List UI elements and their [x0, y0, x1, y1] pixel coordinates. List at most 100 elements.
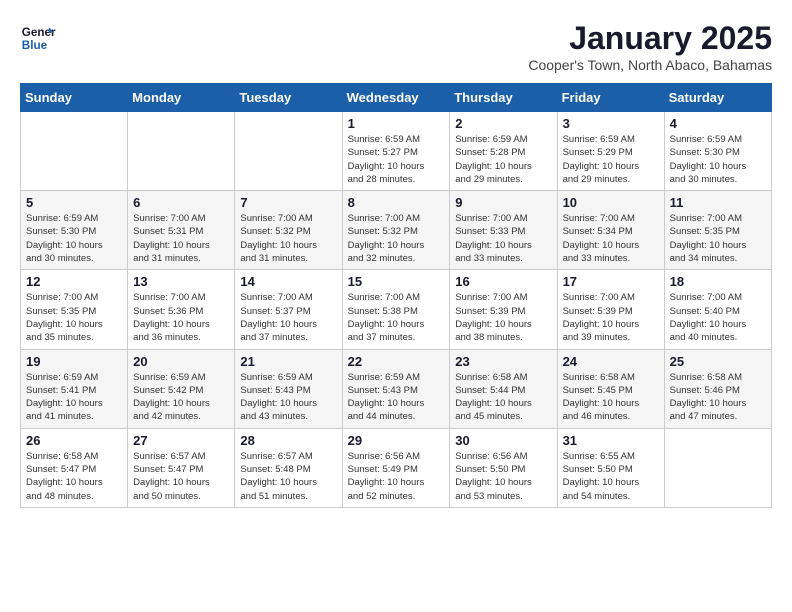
calendar-cell: 18Sunrise: 7:00 AM Sunset: 5:40 PM Dayli…	[664, 270, 771, 349]
day-number: 25	[670, 354, 766, 369]
day-info: Sunrise: 7:00 AM Sunset: 5:37 PM Dayligh…	[240, 291, 336, 344]
calendar-cell: 13 Sunrise: 7:00 AM Sunset: 5:36 PM Dayli…	[128, 270, 235, 349]
calendar-cell: 28Sunrise: 6:57 AM Sunset: 5:48 PM Dayli…	[235, 428, 342, 507]
day-header-monday: Monday	[128, 84, 235, 112]
calendar-cell: 6 Sunrise: 7:00 AM Sunset: 5:31 PM Daylig…	[128, 191, 235, 270]
calendar-cell: 5 Sunrise: 6:59 AM Sunset: 5:30 PM Daylig…	[21, 191, 128, 270]
calendar-cell: 15 Sunrise: 7:00 AM Sunset: 5:38 PM Dayli…	[342, 270, 450, 349]
calendar-cell: 17Sunrise: 7:00 AM Sunset: 5:39 PM Dayli…	[557, 270, 664, 349]
day-info: Sunrise: 6:56 AM Sunset: 5:49 PM Dayligh…	[348, 450, 445, 503]
calendar-cell: 30 Sunrise: 6:56 AM Sunset: 5:50 PM Dayli…	[450, 428, 557, 507]
day-info: Sunrise: 6:57 AM Sunset: 5:47 PM Dayligh…	[133, 450, 229, 503]
day-number: 21	[240, 354, 336, 369]
day-number: 27	[133, 433, 229, 448]
calendar-cell: 2 Sunrise: 6:59 AM Sunset: 5:28 PM Daylig…	[450, 112, 557, 191]
calendar-cell: 29 Sunrise: 6:56 AM Sunset: 5:49 PM Dayli…	[342, 428, 450, 507]
day-number: 8	[348, 195, 445, 210]
day-number: 30	[455, 433, 551, 448]
day-number: 29	[348, 433, 445, 448]
calendar-week-row: 19Sunrise: 6:59 AM Sunset: 5:41 PM Dayli…	[21, 349, 772, 428]
day-number: 24	[563, 354, 659, 369]
day-info: Sunrise: 7:00 AM Sunset: 5:39 PM Dayligh…	[455, 291, 551, 344]
day-header-sunday: Sunday	[21, 84, 128, 112]
logo-icon: General Blue	[20, 20, 56, 56]
day-number: 20	[133, 354, 229, 369]
day-number: 6	[133, 195, 229, 210]
day-info: Sunrise: 6:59 AM Sunset: 5:41 PM Dayligh…	[26, 371, 122, 424]
day-number: 11	[670, 195, 766, 210]
calendar-cell	[235, 112, 342, 191]
day-number: 4	[670, 116, 766, 131]
calendar-week-row: 1Sunrise: 6:59 AM Sunset: 5:27 PM Daylig…	[21, 112, 772, 191]
calendar-cell: 4 Sunrise: 6:59 AM Sunset: 5:30 PM Daylig…	[664, 112, 771, 191]
day-info: Sunrise: 6:59 AM Sunset: 5:30 PM Dayligh…	[26, 212, 122, 265]
day-info: Sunrise: 7:00 AM Sunset: 5:32 PM Dayligh…	[348, 212, 445, 265]
calendar-cell: 11 Sunrise: 7:00 AM Sunset: 5:35 PM Dayli…	[664, 191, 771, 270]
day-number: 9	[455, 195, 551, 210]
day-number: 7	[240, 195, 336, 210]
day-info: Sunrise: 7:00 AM Sunset: 5:31 PM Dayligh…	[133, 212, 229, 265]
calendar-cell: 24 Sunrise: 6:58 AM Sunset: 5:45 PM Dayli…	[557, 349, 664, 428]
calendar-cell: 22Sunrise: 6:59 AM Sunset: 5:43 PM Dayli…	[342, 349, 450, 428]
title-section: January 2025 Cooper's Town, North Abaco,…	[528, 20, 772, 73]
day-header-friday: Friday	[557, 84, 664, 112]
day-info: Sunrise: 7:00 AM Sunset: 5:40 PM Dayligh…	[670, 291, 766, 344]
day-info: Sunrise: 6:59 AM Sunset: 5:30 PM Dayligh…	[670, 133, 766, 186]
calendar-cell: 8 Sunrise: 7:00 AM Sunset: 5:32 PM Daylig…	[342, 191, 450, 270]
day-header-tuesday: Tuesday	[235, 84, 342, 112]
day-info: Sunrise: 6:56 AM Sunset: 5:50 PM Dayligh…	[455, 450, 551, 503]
calendar-title: January 2025	[528, 20, 772, 57]
day-info: Sunrise: 6:55 AM Sunset: 5:50 PM Dayligh…	[563, 450, 659, 503]
day-number: 1	[348, 116, 445, 131]
day-number: 16	[455, 274, 551, 289]
day-number: 2	[455, 116, 551, 131]
calendar-cell: 3Sunrise: 6:59 AM Sunset: 5:29 PM Daylig…	[557, 112, 664, 191]
page-header: General Blue January 2025 Cooper's Town,…	[20, 20, 772, 73]
day-info: Sunrise: 7:00 AM Sunset: 5:35 PM Dayligh…	[670, 212, 766, 265]
day-info: Sunrise: 7:00 AM Sunset: 5:33 PM Dayligh…	[455, 212, 551, 265]
calendar-week-row: 12Sunrise: 7:00 AM Sunset: 5:35 PM Dayli…	[21, 270, 772, 349]
day-info: Sunrise: 6:58 AM Sunset: 5:44 PM Dayligh…	[455, 371, 551, 424]
calendar-cell: 16 Sunrise: 7:00 AM Sunset: 5:39 PM Dayli…	[450, 270, 557, 349]
calendar-week-row: 26Sunrise: 6:58 AM Sunset: 5:47 PM Dayli…	[21, 428, 772, 507]
day-number: 5	[26, 195, 122, 210]
day-info: Sunrise: 7:00 AM Sunset: 5:32 PM Dayligh…	[240, 212, 336, 265]
calendar-cell: 14 Sunrise: 7:00 AM Sunset: 5:37 PM Dayli…	[235, 270, 342, 349]
svg-text:General: General	[22, 26, 56, 39]
day-info: Sunrise: 6:58 AM Sunset: 5:45 PM Dayligh…	[563, 371, 659, 424]
day-info: Sunrise: 6:58 AM Sunset: 5:47 PM Dayligh…	[26, 450, 122, 503]
calendar-cell: 7 Sunrise: 7:00 AM Sunset: 5:32 PM Daylig…	[235, 191, 342, 270]
day-number: 23	[455, 354, 551, 369]
day-number: 12	[26, 274, 122, 289]
day-number: 3	[563, 116, 659, 131]
calendar-cell: 19Sunrise: 6:59 AM Sunset: 5:41 PM Dayli…	[21, 349, 128, 428]
day-number: 15	[348, 274, 445, 289]
day-header-thursday: Thursday	[450, 84, 557, 112]
calendar-cell: 23 Sunrise: 6:58 AM Sunset: 5:44 PM Dayli…	[450, 349, 557, 428]
logo: General Blue	[20, 20, 56, 56]
calendar-cell	[664, 428, 771, 507]
day-info: Sunrise: 6:59 AM Sunset: 5:28 PM Dayligh…	[455, 133, 551, 186]
day-info: Sunrise: 7:00 AM Sunset: 5:36 PM Dayligh…	[133, 291, 229, 344]
calendar-cell: 1Sunrise: 6:59 AM Sunset: 5:27 PM Daylig…	[342, 112, 450, 191]
day-number: 10	[563, 195, 659, 210]
day-header-wednesday: Wednesday	[342, 84, 450, 112]
calendar-cell: 31Sunrise: 6:55 AM Sunset: 5:50 PM Dayli…	[557, 428, 664, 507]
day-info: Sunrise: 7:00 AM Sunset: 5:34 PM Dayligh…	[563, 212, 659, 265]
day-number: 28	[240, 433, 336, 448]
calendar-cell: 12Sunrise: 7:00 AM Sunset: 5:35 PM Dayli…	[21, 270, 128, 349]
calendar-cell	[21, 112, 128, 191]
calendar-cell: 26Sunrise: 6:58 AM Sunset: 5:47 PM Dayli…	[21, 428, 128, 507]
day-info: Sunrise: 6:59 AM Sunset: 5:43 PM Dayligh…	[240, 371, 336, 424]
day-info: Sunrise: 6:58 AM Sunset: 5:46 PM Dayligh…	[670, 371, 766, 424]
day-number: 14	[240, 274, 336, 289]
day-info: Sunrise: 6:59 AM Sunset: 5:43 PM Dayligh…	[348, 371, 445, 424]
svg-text:Blue: Blue	[22, 39, 48, 52]
calendar-table: SundayMondayTuesdayWednesdayThursdayFrid…	[20, 83, 772, 508]
calendar-cell: 21 Sunrise: 6:59 AM Sunset: 5:43 PM Dayli…	[235, 349, 342, 428]
day-number: 17	[563, 274, 659, 289]
calendar-cell: 25 Sunrise: 6:58 AM Sunset: 5:46 PM Dayli…	[664, 349, 771, 428]
day-number: 13	[133, 274, 229, 289]
day-info: Sunrise: 6:59 AM Sunset: 5:42 PM Dayligh…	[133, 371, 229, 424]
day-info: Sunrise: 7:00 AM Sunset: 5:38 PM Dayligh…	[348, 291, 445, 344]
